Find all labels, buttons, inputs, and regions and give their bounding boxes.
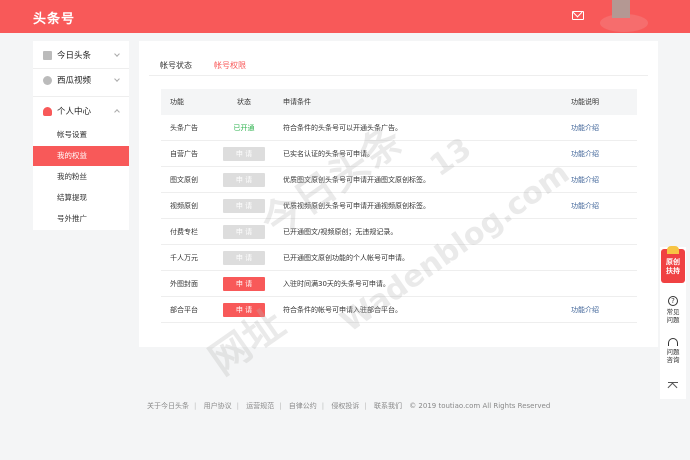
row-name: 自营广告 xyxy=(170,150,198,158)
apply-button[interactable]: 申 请 xyxy=(223,199,265,213)
row-name: 图文原创 xyxy=(170,176,198,184)
footer-copyright: © 2019 toutiao.com All Rights Reserved xyxy=(409,402,551,410)
badge-line: 扶持 xyxy=(666,267,680,275)
table-row: 付费专栏 申 请 已开通图文/视频原创；无违规记录。 xyxy=(161,219,637,245)
row-name: 外图封面 xyxy=(170,280,198,288)
tab-divider xyxy=(149,75,648,76)
row-condition: 优质视频原创头条号可申请开通视频原创标签。 xyxy=(283,202,430,210)
sidebar-item-label: 今日头条 xyxy=(57,51,92,61)
info-link[interactable]: 功能介绍 xyxy=(571,193,599,219)
footer-link-rules[interactable]: 运营规范 xyxy=(246,402,274,410)
play-icon xyxy=(43,75,52,85)
main-panel: 帐号状态 帐号权限 功能 状态 申请条件 功能说明 头条广告 已开通 符合条件的… xyxy=(139,41,658,347)
table-header: 功能 状态 申请条件 功能说明 xyxy=(161,89,637,115)
sidebar-item-toutiao[interactable]: 今日头条 xyxy=(33,44,129,66)
info-link[interactable]: 功能介绍 xyxy=(571,115,599,141)
consult-label: 咨询 xyxy=(666,356,680,364)
apply-button[interactable]: 申 请 xyxy=(223,251,265,265)
footer-divider: | xyxy=(279,402,282,410)
sidebar-item-xigua[interactable]: 西瓜视频 xyxy=(33,69,129,91)
mail-icon[interactable] xyxy=(572,11,584,20)
faq-button[interactable]: ? 常见 问题 xyxy=(660,296,686,324)
table-row: 千人万元 申 请 已开通图文原创功能的个人帐号可申请。 xyxy=(161,245,637,271)
row-name: 千人万元 xyxy=(170,254,198,262)
table-row: 外图封面 申 请 入驻时间满30天的头条号可申请。 xyxy=(161,271,637,297)
chevron-down-icon xyxy=(114,51,120,57)
headset-icon xyxy=(668,338,678,346)
apply-button[interactable]: 申 请 xyxy=(223,277,265,291)
table-row: 视频原创 申 请 优质视频原创头条号可申请开通视频原创标签。 功能介绍 xyxy=(161,193,637,219)
chevron-down-icon xyxy=(114,76,120,82)
sidebar-sub-fans[interactable]: 我的粉丝 xyxy=(33,167,129,187)
row-condition: 已开通图文原创功能的个人帐号可申请。 xyxy=(283,254,409,262)
sidebar-item-personal[interactable]: 个人中心 xyxy=(33,100,129,122)
tab-account-permissions[interactable]: 帐号权限 xyxy=(214,60,246,71)
sidebar: 今日头条 西瓜视频 个人中心 帐号设置 我的权益 我的粉丝 结算提现 号外推广 xyxy=(33,41,129,230)
row-name: 付费专栏 xyxy=(170,228,198,236)
column-header: 功能 xyxy=(170,98,184,106)
table-row: 头条广告 已开通 符合条件的头条号可以开通头条广告。 功能介绍 xyxy=(161,115,637,141)
consult-button[interactable]: 问题 咨询 xyxy=(660,338,686,364)
row-condition: 优质图文原创头条号可申请开通图文原创标签。 xyxy=(283,176,430,184)
footer-divider: | xyxy=(194,402,197,410)
row-condition: 符合条件的头条号可以开通头条广告。 xyxy=(283,124,402,132)
sidebar-sub-rights[interactable]: 我的权益 xyxy=(33,146,129,166)
top-bar xyxy=(0,0,690,33)
apply-button[interactable]: 申 请 xyxy=(223,225,265,239)
info-link[interactable]: 功能介绍 xyxy=(571,167,599,193)
apply-button[interactable]: 申 请 xyxy=(223,147,265,161)
column-header: 状态 xyxy=(237,98,251,106)
column-header: 申请条件 xyxy=(283,98,311,106)
original-support-badge[interactable]: 原创 扶持 xyxy=(661,246,685,283)
apply-button[interactable]: 申 请 xyxy=(223,303,265,317)
divider xyxy=(33,96,129,97)
row-name: 视频原创 xyxy=(170,202,198,210)
row-condition: 已实名认证的头条号可申请。 xyxy=(283,150,374,158)
footer-divider: | xyxy=(364,402,367,410)
footer: 关于今日头条 | 用户协议 | 运营规范 | 自律公约 | 侵权投诉 | 联系我们 © 2… xyxy=(147,401,667,411)
sidebar-sub-withdraw[interactable]: 结算提现 xyxy=(33,188,129,208)
column-header: 功能说明 xyxy=(571,98,599,106)
table-row: 部合平台 申 请 符合条件的帐号可申请入驻部合平台。 功能介绍 xyxy=(161,297,637,323)
article-icon xyxy=(43,50,52,60)
question-icon: ? xyxy=(668,296,678,306)
sidebar-item-label: 个人中心 xyxy=(57,107,92,117)
row-condition: 符合条件的帐号可申请入驻部合平台。 xyxy=(283,306,402,314)
row-name: 部合平台 xyxy=(170,306,198,314)
footer-link-contact[interactable]: 联系我们 xyxy=(374,402,402,410)
row-name: 头条广告 xyxy=(170,124,198,132)
info-link[interactable]: 功能介绍 xyxy=(571,141,599,167)
row-condition: 入驻时间满30天的头条号可申请。 xyxy=(283,280,390,288)
avatar[interactable] xyxy=(612,0,630,18)
apply-button[interactable]: 申 请 xyxy=(223,173,265,187)
sidebar-item-label: 西瓜视频 xyxy=(57,76,92,86)
row-condition: 已开通图文/视频原创；无违规记录。 xyxy=(283,228,398,236)
footer-link-convention[interactable]: 自律公约 xyxy=(289,402,317,410)
logo[interactable]: 头条号 xyxy=(33,8,75,27)
faq-label: 常见 xyxy=(666,308,680,316)
badge-crown-icon xyxy=(667,246,679,254)
footer-divider: | xyxy=(236,402,239,410)
footer-link-about[interactable]: 关于今日头条 xyxy=(147,402,189,410)
footer-divider: | xyxy=(321,402,325,410)
status-badge: 已开通 xyxy=(233,124,255,132)
table-row: 自营广告 申 请 已实名认证的头条号可申请。 功能介绍 xyxy=(161,141,637,167)
consult-label: 问题 xyxy=(666,348,680,356)
sidebar-sub-promote[interactable]: 号外推广 xyxy=(33,209,129,229)
badge-line: 原创 xyxy=(666,258,680,266)
chevron-up-icon xyxy=(114,109,120,115)
footer-link-agreement[interactable]: 用户协议 xyxy=(204,402,232,410)
tab-account-status[interactable]: 帐号状态 xyxy=(160,60,192,71)
user-icon xyxy=(43,106,52,116)
sidebar-sub-account[interactable]: 帐号设置 xyxy=(33,125,129,145)
footer-link-complaint[interactable]: 侵权投诉 xyxy=(331,402,359,410)
table-row: 图文原创 申 请 优质图文原创头条号可申请开通图文原创标签。 功能介绍 xyxy=(161,167,637,193)
faq-label: 问题 xyxy=(666,316,680,324)
info-link[interactable]: 功能介绍 xyxy=(571,297,599,323)
